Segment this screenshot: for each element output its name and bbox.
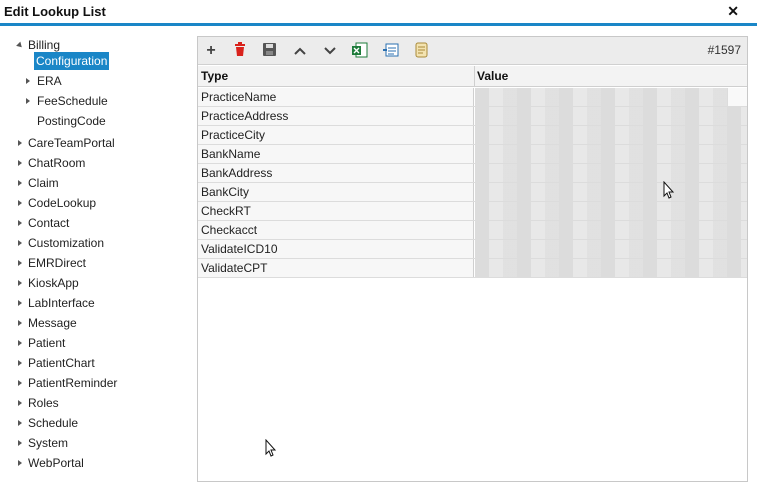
move-down-icon[interactable] xyxy=(321,42,339,60)
redacted-value xyxy=(475,259,747,277)
export-excel-icon[interactable] xyxy=(351,42,369,60)
window-title-bar: Edit Lookup List ✕ xyxy=(0,0,757,26)
collapsed-caret-icon[interactable] xyxy=(18,260,22,266)
value-cell[interactable] xyxy=(475,126,747,144)
collapsed-caret-icon[interactable] xyxy=(18,240,22,246)
type-cell[interactable]: BankName xyxy=(198,145,474,163)
type-cell[interactable]: BankCity xyxy=(198,183,474,201)
tree-node-label: FeeSchedule xyxy=(37,94,108,108)
tree-node-label: WebPortal xyxy=(28,456,84,470)
type-cell[interactable]: PracticeAddress xyxy=(198,107,474,125)
add-icon[interactable]: + xyxy=(202,42,220,60)
collapsed-caret-icon[interactable] xyxy=(18,140,22,146)
table-row[interactable]: CheckRT xyxy=(198,202,747,221)
redacted-value xyxy=(475,221,747,239)
value-cell[interactable] xyxy=(475,107,747,125)
lookup-tree: Billing Configuration ERA FeeSchedule Po… xyxy=(0,30,196,482)
redacted-value xyxy=(475,126,747,144)
redacted-value xyxy=(475,202,747,220)
collapsed-caret-icon[interactable] xyxy=(26,98,30,104)
tree-node-label: Schedule xyxy=(28,416,79,430)
redacted-value xyxy=(475,183,747,201)
value-cell[interactable] xyxy=(475,202,747,220)
type-cell[interactable]: PracticeCity xyxy=(198,126,474,144)
tree-node-label: Claim xyxy=(28,176,59,190)
tree-node-label: Contact xyxy=(28,216,70,230)
collapsed-caret-icon[interactable] xyxy=(18,220,22,226)
redacted-value xyxy=(475,145,747,163)
script-icon[interactable] xyxy=(413,42,431,60)
collapsed-caret-icon[interactable] xyxy=(18,460,22,466)
record-id: #1597 xyxy=(707,43,741,57)
collapsed-caret-icon[interactable] xyxy=(18,340,22,346)
type-cell[interactable]: PracticeName xyxy=(198,88,474,106)
tree-node-label: PatientChart xyxy=(28,356,95,370)
close-icon[interactable]: ✕ xyxy=(727,3,739,20)
type-cell[interactable]: ValidateICD10 xyxy=(198,240,474,258)
window-title: Edit Lookup List xyxy=(4,4,106,19)
collapsed-caret-icon[interactable] xyxy=(18,300,22,306)
column-divider[interactable] xyxy=(474,66,475,87)
value-cell[interactable] xyxy=(475,240,747,258)
redacted-value xyxy=(475,240,747,258)
tree-node-label: PostingCode xyxy=(37,114,106,128)
table-row[interactable]: PracticeCity xyxy=(198,126,747,145)
tree-node-label: EMRDirect xyxy=(28,256,87,270)
import-icon[interactable] xyxy=(382,42,400,60)
redacted-value xyxy=(475,88,728,106)
type-cell[interactable]: ValidateCPT xyxy=(198,259,474,277)
table-row[interactable]: PracticeName xyxy=(198,88,747,107)
value-cell[interactable] xyxy=(475,164,747,182)
redacted-value xyxy=(475,107,747,125)
collapsed-caret-icon[interactable] xyxy=(18,320,22,326)
grid-toolbar: + #1597 xyxy=(198,37,747,65)
lookup-grid-panel: + #1597 Type Value PracticeName PracticeA… xyxy=(197,36,748,482)
column-header-value[interactable]: Value xyxy=(477,69,508,83)
collapsed-caret-icon[interactable] xyxy=(18,440,22,446)
save-icon[interactable] xyxy=(260,42,278,60)
type-cell[interactable]: CheckRT xyxy=(198,202,474,220)
tree-node-label: System xyxy=(28,436,69,450)
value-cell[interactable] xyxy=(475,183,747,201)
tree-node-label: ERA xyxy=(37,74,62,88)
value-cell[interactable] xyxy=(475,259,747,277)
tree-node-label: Roles xyxy=(28,396,59,410)
collapsed-caret-icon[interactable] xyxy=(18,400,22,406)
collapsed-caret-icon[interactable] xyxy=(18,160,22,166)
tree-node-label: Configuration xyxy=(34,52,110,70)
expanded-caret-icon[interactable] xyxy=(16,41,24,50)
collapsed-caret-icon[interactable] xyxy=(18,360,22,366)
value-cell[interactable] xyxy=(475,221,747,239)
tree-node-label: LabInterface xyxy=(28,296,95,310)
redacted-value xyxy=(475,164,747,182)
table-row[interactable]: PracticeAddress xyxy=(198,107,747,126)
tree-node-label: PatientReminder xyxy=(28,376,118,390)
type-cell[interactable]: BankAddress xyxy=(198,164,474,182)
tree-node-label: Message xyxy=(28,316,77,330)
collapsed-caret-icon[interactable] xyxy=(18,380,22,386)
tree-node-label: Patient xyxy=(28,336,66,350)
tree-node-label: Customization xyxy=(28,236,105,250)
collapsed-caret-icon[interactable] xyxy=(18,420,22,426)
table-row[interactable]: ValidateCPT xyxy=(198,259,747,278)
table-row[interactable]: BankName xyxy=(198,145,747,164)
tree-node-label: CareTeamPortal xyxy=(28,136,115,150)
tree-node-label: ChatRoom xyxy=(28,156,86,170)
tree-node-label: CodeLookup xyxy=(28,196,97,210)
tree-node-label: KioskApp xyxy=(28,276,79,290)
move-up-icon[interactable] xyxy=(291,42,309,60)
value-cell[interactable] xyxy=(475,145,747,163)
delete-icon[interactable] xyxy=(231,42,249,60)
table-row[interactable]: ValidateICD10 xyxy=(198,240,747,259)
grid-header: Type Value xyxy=(198,66,747,87)
table-row[interactable]: Checkacct xyxy=(198,221,747,240)
collapsed-caret-icon[interactable] xyxy=(18,200,22,206)
type-cell[interactable]: Checkacct xyxy=(198,221,474,239)
collapsed-caret-icon[interactable] xyxy=(26,78,30,84)
value-cell[interactable] xyxy=(475,88,747,106)
collapsed-caret-icon[interactable] xyxy=(18,180,22,186)
column-header-type[interactable]: Type xyxy=(201,69,228,83)
collapsed-caret-icon[interactable] xyxy=(18,280,22,286)
